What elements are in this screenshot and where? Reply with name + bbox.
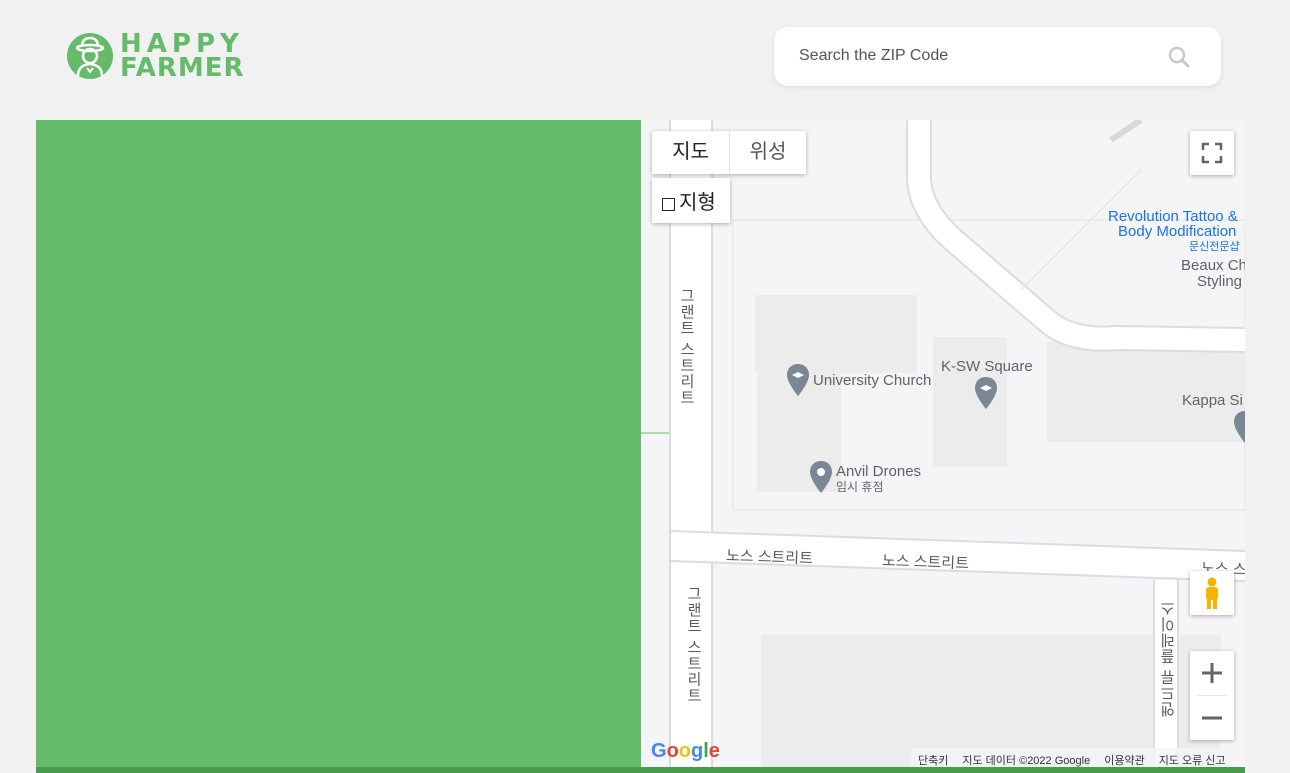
poi-revolution-line3: 문신전문샵	[1189, 241, 1240, 253]
keyboard-shortcuts-link[interactable]: 단축키	[918, 752, 948, 767]
map-footer: 단축키 지도 데이터 ©2022 Google 이용약관 지도 오류 신고	[918, 752, 1226, 767]
terms-link[interactable]: 이용약관	[1104, 752, 1144, 767]
poi-kappa[interactable]: Kappa Si	[1182, 392, 1243, 409]
ksw-square-pin-icon[interactable]	[974, 376, 998, 410]
university-church-pin-icon[interactable]	[786, 363, 810, 397]
map-data-attribution: 지도 데이터 ©2022 Google	[962, 755, 1091, 767]
search-icon[interactable]	[1167, 45, 1191, 69]
pegman-icon	[1206, 577, 1218, 609]
fullscreen-icon	[1201, 142, 1223, 164]
poi-ksw-square[interactable]: K-SW Square	[941, 358, 1033, 375]
report-error-link[interactable]: 지도 오류 신고	[1159, 752, 1226, 767]
street-view-pegman[interactable]	[1190, 571, 1234, 615]
google-map[interactable]: 지도 위성 지형 그랜트 스트리트 그랜트 스트리트 노스 스트리트 노스 스트…	[641, 120, 1245, 767]
zoom-control	[1190, 651, 1234, 740]
road-label-north-2: 노스 스트리트	[881, 552, 970, 573]
farmer-logo-icon	[67, 33, 113, 79]
brand-logo[interactable]: HAPPY FARMER	[66, 31, 245, 83]
zip-search-box	[774, 27, 1221, 86]
map-type-map-button[interactable]: 지도	[652, 131, 729, 174]
map-type-control: 지도 위성	[652, 131, 806, 174]
brand-line2: FARMER	[120, 53, 245, 83]
poi-beaux-line2[interactable]: Styling	[1197, 273, 1242, 290]
poi-anvil-drones-status: 임시 휴점	[836, 480, 884, 494]
road-label-grant-bottom: 그랜트 스트리트	[685, 586, 702, 704]
bottom-accent-bar	[36, 767, 1245, 773]
poi-university-church[interactable]: University Church	[813, 372, 931, 389]
terrain-label: 지형	[679, 192, 716, 214]
zoom-in-button[interactable]	[1190, 651, 1234, 695]
map-type-satellite-button[interactable]: 위성	[729, 131, 806, 174]
poi-beaux-line1[interactable]: Beaux Ch	[1181, 257, 1245, 274]
minus-icon	[1202, 716, 1222, 720]
fullscreen-button[interactable]	[1190, 131, 1234, 175]
brand-name: HAPPY FARMER	[120, 31, 245, 83]
header: HAPPY FARMER	[0, 0, 1290, 120]
zoom-out-button[interactable]	[1190, 696, 1234, 740]
plus-icon	[1202, 663, 1222, 683]
google-logo[interactable]: Google	[651, 740, 720, 763]
road-label-north-1: 노스 스트리트	[725, 547, 814, 568]
green-content-panel	[36, 120, 641, 767]
kappa-pin-icon[interactable]	[1233, 410, 1245, 444]
road-label-andrew: 앤드류 플레이스	[1160, 600, 1177, 718]
anvil-drones-pin-icon[interactable]	[809, 460, 833, 494]
road-label-grant-top: 그랜트 스트리트	[678, 288, 695, 406]
terrain-checkbox[interactable]	[662, 198, 675, 211]
zip-search-input[interactable]	[799, 45, 1159, 67]
terrain-toggle[interactable]: 지형	[652, 178, 730, 223]
